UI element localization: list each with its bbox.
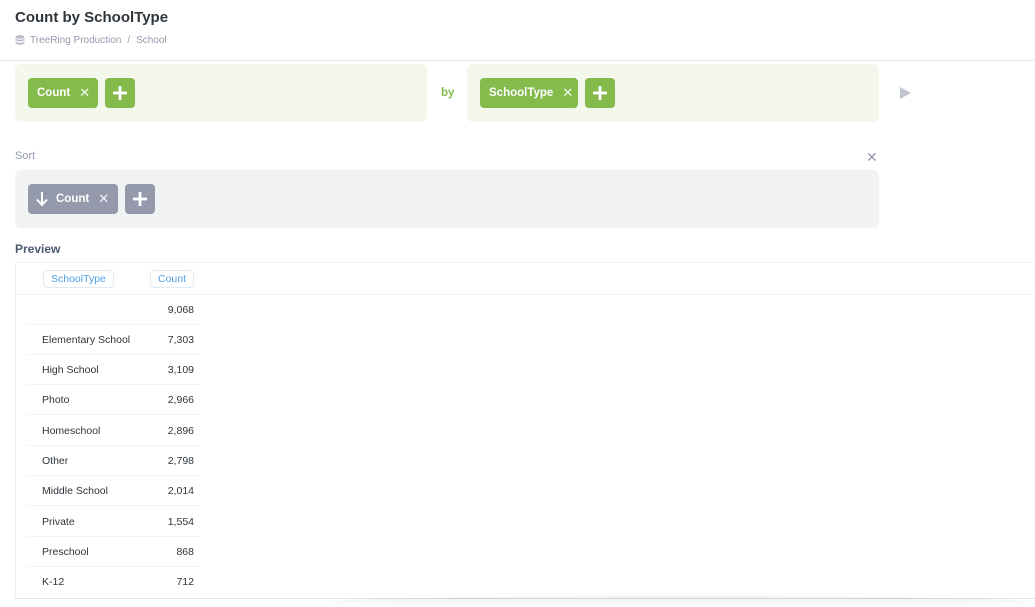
table-header: SchoolType Count [16, 263, 1035, 295]
by-label: by [441, 87, 455, 99]
cell-schooltype: Other [42, 455, 69, 467]
cell-schooltype: Photo [42, 394, 70, 406]
page-title: Count by SchoolType [15, 9, 169, 26]
add-metric-button[interactable] [105, 78, 135, 108]
table-row: Private 1,554 [27, 507, 200, 537]
cell-schooltype: Elementary School [42, 334, 131, 346]
plus-icon [593, 86, 607, 100]
add-breakout-button[interactable] [585, 78, 615, 108]
cell-schooltype: Middle School [42, 485, 108, 497]
cell-schooltype: High School [42, 364, 99, 376]
plus-icon [113, 86, 127, 100]
page-header: Count by SchoolType TreeRing Production … [0, 0, 1035, 61]
cell-count: 712 [176, 576, 194, 588]
metric-label: Count [37, 87, 71, 99]
sort-pill-count[interactable]: Count ✕ [28, 184, 118, 214]
cell-count: 7,303 [167, 334, 194, 346]
cell-schooltype: K-12 [42, 576, 65, 588]
table-row: Middle School 2,014 [27, 476, 200, 506]
cell-count: 9,068 [167, 304, 194, 316]
table-row: Preschool 868 [27, 537, 200, 567]
cell-count: 2,014 [167, 485, 194, 497]
play-icon[interactable] [900, 87, 911, 99]
cell-schooltype: Preschool [42, 546, 89, 558]
cell-count: 868 [176, 546, 194, 558]
sort-field-label: Count [56, 193, 90, 205]
table-row: 9,068 [27, 295, 200, 325]
arrow-down-icon [36, 192, 48, 206]
cell-count: 1,554 [167, 516, 194, 528]
footer-shadow [330, 596, 1030, 607]
plus-icon [133, 192, 147, 206]
cell-count: 2,966 [167, 394, 194, 406]
breadcrumb: TreeRing Production / School [15, 35, 167, 46]
cell-count: 2,798 [167, 455, 194, 467]
breakout-label: SchoolType [489, 87, 554, 99]
cell-count: 3,109 [167, 364, 194, 376]
column-header-count[interactable]: Count [150, 270, 195, 288]
cell-count: 2,896 [167, 425, 194, 437]
close-icon[interactable]: ✕ [866, 149, 878, 166]
breakout-pill-schooltype[interactable]: SchoolType ✕ [480, 78, 578, 108]
sort-label: Sort [15, 150, 36, 162]
table-row: Photo 2,966 [27, 385, 200, 415]
column-header-schooltype[interactable]: SchoolType [43, 270, 114, 288]
close-icon[interactable]: ✕ [562, 85, 573, 101]
add-sort-button[interactable] [125, 184, 155, 214]
preview-label: Preview [15, 242, 61, 256]
table-row: Homeschool 2,896 [27, 416, 200, 446]
table-row: Elementary School 7,303 [27, 325, 200, 355]
breadcrumb-database[interactable]: TreeRing Production [30, 35, 121, 46]
cell-schooltype: Private [42, 516, 75, 528]
preview-table: SchoolType Count 9,068 Elementary School… [15, 262, 1035, 599]
table-row: Other 2,798 [27, 446, 200, 476]
breadcrumb-separator: / [127, 35, 131, 46]
table-row: K-12 712 [27, 567, 200, 597]
close-icon[interactable]: ✕ [98, 191, 109, 207]
metric-pill-count[interactable]: Count ✕ [28, 78, 98, 108]
table-row: High School 3,109 [27, 355, 200, 385]
database-icon [15, 35, 25, 45]
cell-schooltype: Homeschool [42, 425, 101, 437]
breadcrumb-table[interactable]: School [136, 35, 167, 46]
close-icon[interactable]: ✕ [79, 85, 90, 101]
